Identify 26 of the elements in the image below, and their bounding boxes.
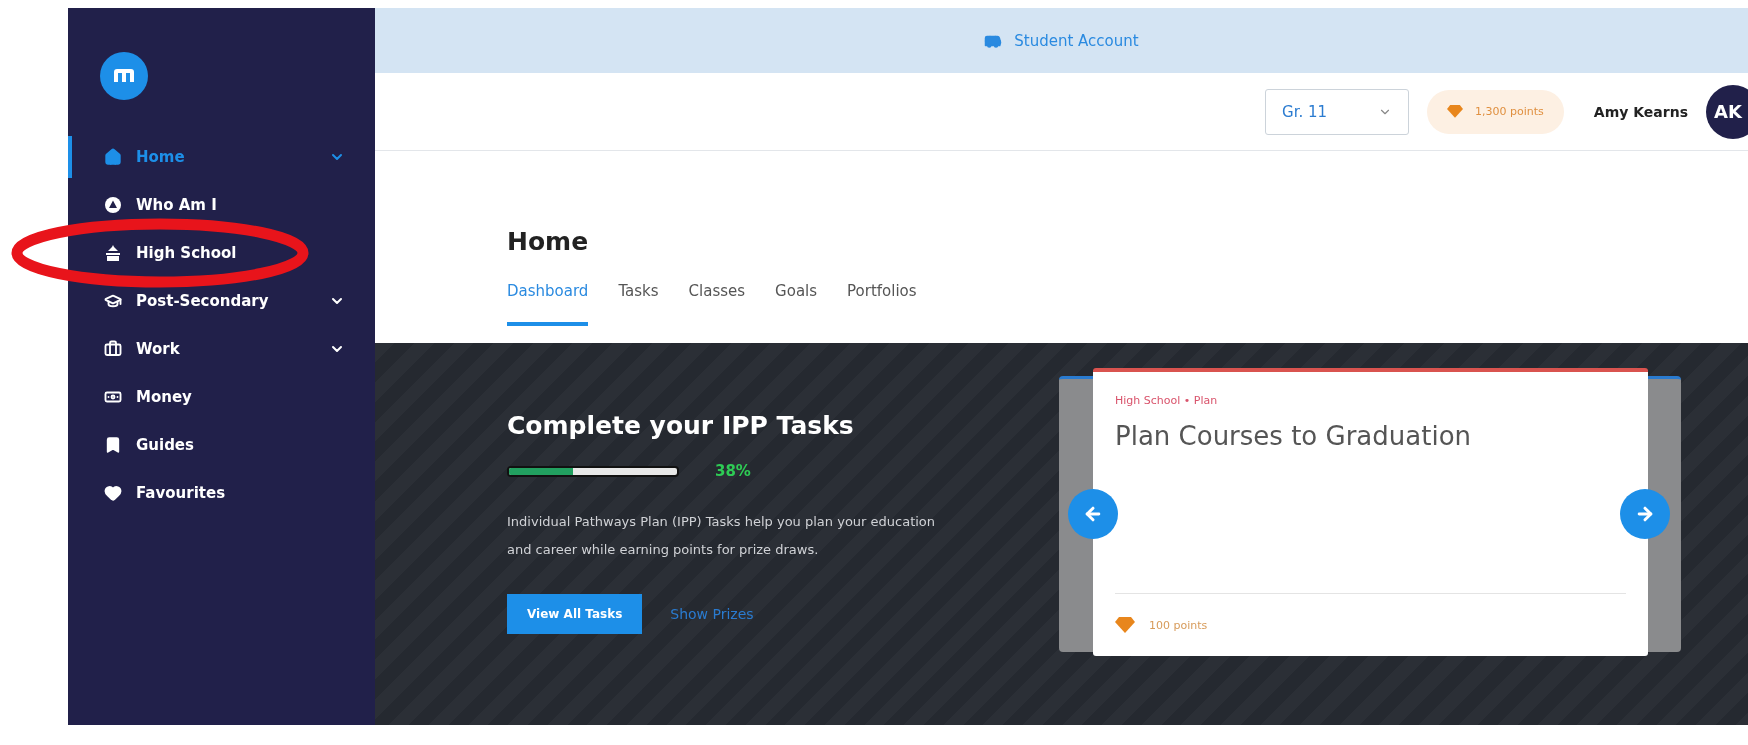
user-avatar[interactable]: AK [1706, 84, 1748, 139]
tab[interactable]: Tasks [618, 282, 659, 326]
sidebar-item[interactable]: Work [68, 328, 375, 370]
grade-select[interactable]: Gr. 11 [1265, 88, 1410, 135]
sidebar-item[interactable]: Home [68, 136, 375, 178]
card-points: 100 points [1149, 618, 1208, 632]
sidebar-item[interactable]: High School [68, 232, 375, 274]
sidebar-item[interactable]: Guides [68, 424, 375, 466]
points-badge: 1,300 points [1427, 89, 1564, 134]
progress-reading: 38% [715, 462, 751, 480]
sidebar-item[interactable]: Post-Secondary [68, 280, 375, 322]
tab[interactable]: Portfolios [847, 282, 917, 326]
banner-text: Student Account [1014, 31, 1139, 50]
card-title: Plan Courses to Graduation [1115, 421, 1472, 453]
sidebar-item[interactable]: Favourites [68, 472, 375, 514]
tab[interactable]: Classes [688, 282, 746, 326]
sidebar-item[interactable]: Who Am I [68, 184, 375, 226]
sidebar-item[interactable]: Money [68, 376, 375, 418]
hero-description: Individual Pathways Plan (IPP) Tasks help you plan your education and career while earning points for prize draws. [507, 513, 937, 559]
hero-title: Complete your IPP Tasks [507, 411, 855, 440]
task-card[interactable]: High School • Plan Plan Courses to Graduation 100 points [1093, 368, 1648, 656]
page-title: Home [507, 227, 590, 256]
user-name[interactable]: Amy Kearns [1593, 103, 1688, 120]
tab[interactable]: Goals [775, 282, 818, 326]
tab[interactable]: Dashboard [507, 282, 589, 326]
card-category: High School • Plan [1115, 394, 1219, 407]
